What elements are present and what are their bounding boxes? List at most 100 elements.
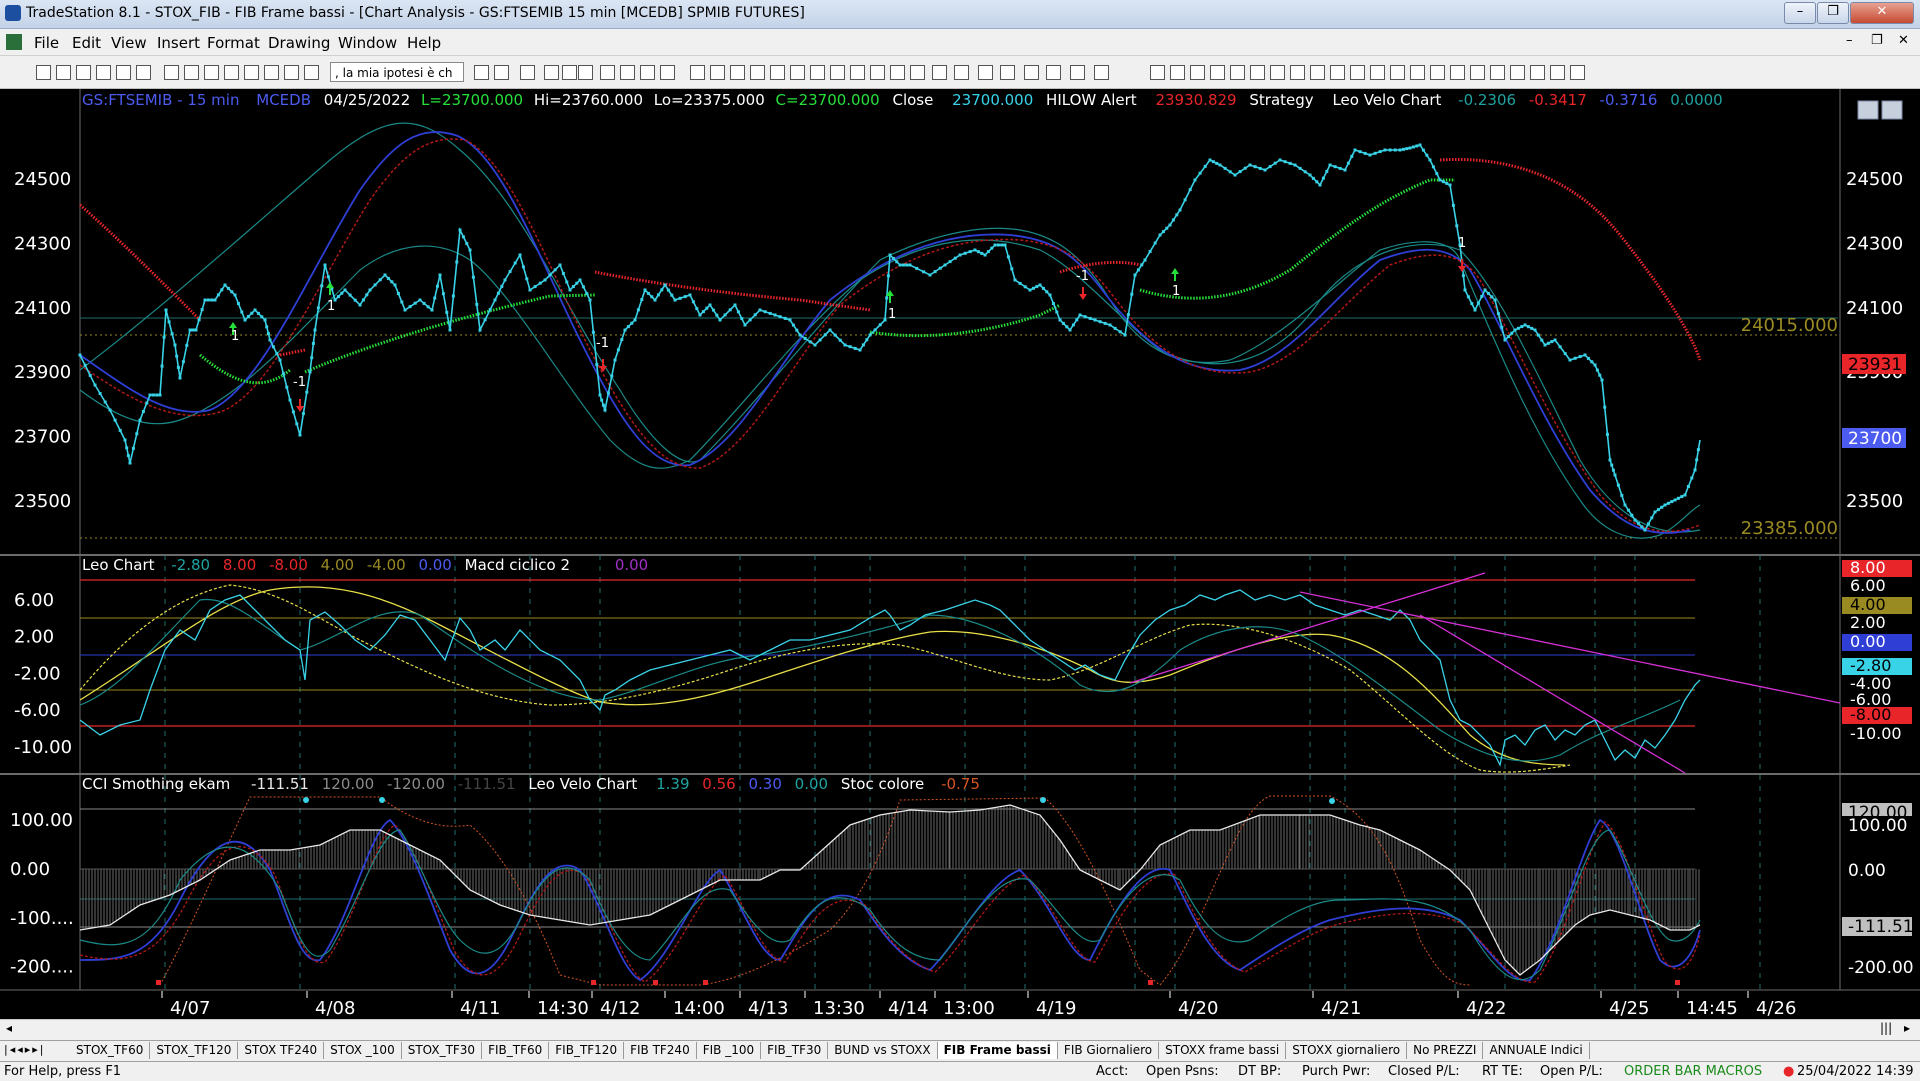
toolbar-tool-icon[interactable]: [544, 65, 559, 80]
toolbar-tool-icon[interactable]: [1530, 65, 1545, 80]
toolbar-tool-icon[interactable]: [1370, 65, 1385, 80]
toolbar-tool-icon[interactable]: [264, 65, 279, 80]
toolbar-tool-icon[interactable]: [1470, 65, 1485, 80]
toolbar-tool-icon[interactable]: [1230, 65, 1245, 80]
order-bar-macros[interactable]: ORDER BAR MACROS: [1624, 1064, 1762, 1079]
panel-minimize-button[interactable]: [1857, 100, 1879, 120]
toolbar-tool-icon[interactable]: [204, 65, 219, 80]
close-button[interactable]: ✕: [1850, 2, 1914, 24]
toolbar-tool-icon[interactable]: [224, 65, 239, 80]
toolbar-tool-icon[interactable]: [1510, 65, 1525, 80]
menu-view[interactable]: View: [111, 34, 147, 52]
toolbar-tool-icon[interactable]: [578, 65, 593, 80]
menu-edit[interactable]: Edit: [72, 34, 101, 52]
toolbar-tool-icon[interactable]: [96, 65, 111, 80]
toolbar-tool-icon[interactable]: [1450, 65, 1465, 80]
scroll-left-icon[interactable]: ◂: [6, 1021, 12, 1035]
minimize-button[interactable]: –: [1784, 2, 1816, 24]
workspace-tab[interactable]: STOXX giornaliero: [1286, 1042, 1408, 1059]
toolbar-tool-icon[interactable]: [1250, 65, 1265, 80]
toolbar-tool-icon[interactable]: [520, 65, 535, 80]
toolbar-tool-icon[interactable]: [790, 65, 805, 80]
toolbar-tool-icon[interactable]: [830, 65, 845, 80]
toolbar-tool-icon[interactable]: [244, 65, 259, 80]
toolbar-tool-icon[interactable]: [1070, 65, 1085, 80]
note-combo[interactable]: , la mia ipotesi è ch: [330, 62, 464, 82]
workspace-tab[interactable]: No PREZZI: [1407, 1042, 1484, 1059]
scroll-zoom-icon[interactable]: |||: [1880, 1021, 1892, 1035]
toolbar-tool-icon[interactable]: [690, 65, 705, 80]
tab-navigation-icon[interactable]: |◂◂▸▸|: [4, 1043, 46, 1056]
workspace-tab[interactable]: STOX _100: [324, 1042, 402, 1059]
maximize-button[interactable]: ❐: [1817, 2, 1849, 24]
workspace-tab[interactable]: FIB_TF30: [761, 1042, 829, 1059]
toolbar-tool-icon[interactable]: [1046, 65, 1061, 80]
toolbar-tool-icon[interactable]: [184, 65, 199, 80]
toolbar-tool-icon[interactable]: [1150, 65, 1165, 80]
toolbar-tool-icon[interactable]: [770, 65, 785, 80]
toolbar-tool-icon[interactable]: [116, 65, 131, 80]
toolbar-tool-icon[interactable]: [932, 65, 947, 80]
toolbar-tool-icon[interactable]: [620, 65, 635, 80]
toolbar-tool-icon[interactable]: [710, 65, 725, 80]
toolbar-tool-icon[interactable]: [494, 65, 509, 80]
workspace-tab[interactable]: ANNUALE Indici: [1483, 1042, 1590, 1059]
chart-horizontal-scrollbar[interactable]: ◂ ||| ▸: [0, 1019, 1920, 1040]
toolbar-tool-icon[interactable]: [304, 65, 319, 80]
toolbar-tool-icon[interactable]: [640, 65, 655, 80]
toolbar-tool-icon[interactable]: [910, 65, 925, 80]
workspace-tab[interactable]: FIB _100: [697, 1042, 762, 1059]
workspace-tab[interactable]: FIB_TF120: [549, 1042, 625, 1059]
menu-insert[interactable]: Insert: [157, 34, 200, 52]
toolbar-tool-icon[interactable]: [36, 65, 51, 80]
toolbar-tool-icon[interactable]: [600, 65, 615, 80]
panel-restore-button[interactable]: [1881, 100, 1903, 120]
toolbar-tool-icon[interactable]: [1270, 65, 1285, 80]
toolbar-tool-icon[interactable]: [164, 65, 179, 80]
chart-window-icon[interactable]: [6, 34, 22, 50]
toolbar-tool-icon[interactable]: [730, 65, 745, 80]
workspace-tab[interactable]: STOX_TF30: [402, 1042, 483, 1059]
toolbar-tool-icon[interactable]: [1490, 65, 1505, 80]
workspace-tab[interactable]: STOX_TF120: [150, 1042, 239, 1059]
toolbar-tool-icon[interactable]: [750, 65, 765, 80]
toolbar-tool-icon[interactable]: [284, 65, 299, 80]
toolbar-tool-icon[interactable]: [1310, 65, 1325, 80]
workspace-tab[interactable]: FIB_TF60: [482, 1042, 550, 1059]
toolbar-tool-icon[interactable]: [56, 65, 71, 80]
toolbar-tool-icon[interactable]: [1410, 65, 1425, 80]
menu-window[interactable]: Window: [338, 34, 397, 52]
toolbar-tool-icon[interactable]: [1094, 65, 1109, 80]
toolbar-tool-icon[interactable]: [1350, 65, 1365, 80]
workspace-tab[interactable]: BUND vs STOXX: [828, 1042, 938, 1059]
workspace-tab[interactable]: STOX TF240: [238, 1042, 325, 1059]
menu-format[interactable]: Format: [207, 34, 260, 52]
chart-analysis-window[interactable]: 1 1 -1 -1 1 -1 1 1 GS:FTSEMIB - 15 min M…: [0, 89, 1920, 1019]
workspace-tab[interactable]: FIB Frame bassi: [937, 1042, 1058, 1059]
menu-help[interactable]: Help: [407, 34, 441, 52]
toolbar-tool-icon[interactable]: [1390, 65, 1405, 80]
toolbar-tool-icon[interactable]: [1190, 65, 1205, 80]
toolbar-tool-icon[interactable]: [660, 65, 675, 80]
toolbar-tool-icon[interactable]: [1170, 65, 1185, 80]
mdi-minimize-icon[interactable]: –: [1846, 33, 1853, 48]
toolbar-tool-icon[interactable]: [954, 65, 969, 80]
scroll-right-icon[interactable]: ▸: [1904, 1021, 1910, 1035]
toolbar-tool-icon[interactable]: [850, 65, 865, 80]
toolbar-tool-icon[interactable]: [562, 65, 577, 80]
toolbar-tool-icon[interactable]: [1210, 65, 1225, 80]
workspace-tab[interactable]: FIB Giornaliero: [1058, 1042, 1160, 1059]
toolbar-tool-icon[interactable]: [136, 65, 151, 80]
toolbar-tool-icon[interactable]: [1290, 65, 1305, 80]
toolbar-tool-icon[interactable]: [1570, 65, 1585, 80]
mdi-restore-icon[interactable]: ❐: [1871, 33, 1883, 48]
workspace-tab[interactable]: FIB TF240: [624, 1042, 697, 1059]
toolbar-tool-icon[interactable]: [1330, 65, 1345, 80]
toolbar-tool-icon[interactable]: [810, 65, 825, 80]
toolbar-tool-icon[interactable]: [76, 65, 91, 80]
workspace-tab[interactable]: STOXX frame bassi: [1159, 1042, 1287, 1059]
toolbar-tool-icon[interactable]: [1550, 65, 1565, 80]
toolbar-tool-icon[interactable]: [870, 65, 885, 80]
toolbar-tool-icon[interactable]: [890, 65, 905, 80]
mdi-close-icon[interactable]: ✕: [1898, 33, 1909, 48]
